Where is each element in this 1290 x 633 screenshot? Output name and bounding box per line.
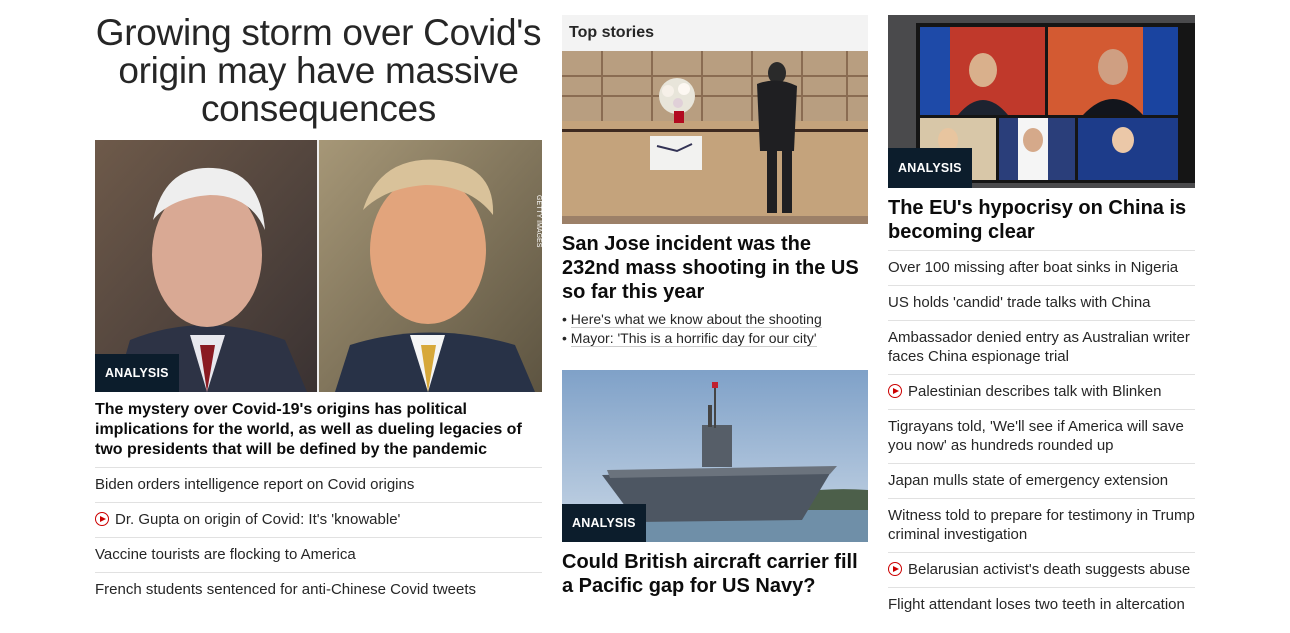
link-text: Biden orders intelligence report on Covi… — [95, 476, 415, 493]
list-item[interactable]: Belarusian activist's death suggests abu… — [888, 552, 1195, 587]
bullet-text: Mayor: 'This is a horrific day for our c… — [570, 330, 817, 347]
analysis-badge: ANALYSIS — [888, 148, 972, 188]
link-text: Flight attendant loses two teeth in alte… — [888, 596, 1185, 613]
aircraft-carrier-image[interactable]: ANALYSIS — [562, 370, 868, 542]
san-jose-headline[interactable]: San Jose incident was the 232nd mass sho… — [562, 232, 868, 304]
link-text: Witness told to prepare for testimony in… — [888, 507, 1195, 543]
list-item[interactable]: Dr. Gupta on origin of Covid: It's 'know… — [95, 502, 542, 537]
list-item[interactable]: US holds 'candid' trade talks with China — [888, 285, 1195, 320]
top-stories-column: Top stories San Jose incident was the 23… — [562, 0, 868, 598]
link-text: Tigrayans told, 'We'll see if America wi… — [888, 418, 1184, 454]
eu-china-image[interactable]: ANALYSIS — [888, 15, 1195, 188]
play-video-icon — [888, 384, 902, 398]
bullet-link[interactable]: • Mayor: 'This is a horrific day for our… — [562, 329, 868, 348]
analysis-badge: ANALYSIS — [95, 354, 179, 392]
bullet-link[interactable]: • Here's what we know about the shooting — [562, 310, 868, 329]
link-text: Ambassador denied entry as Australian wr… — [888, 329, 1190, 365]
lead-story-column: Growing storm over Covid's origin may ha… — [95, 0, 542, 607]
analysis-badge: ANALYSIS — [562, 504, 646, 542]
list-item[interactable]: French students sentenced for anti-Chine… — [95, 572, 542, 607]
list-item[interactable]: Palestinian describes talk with Blinken — [888, 374, 1195, 409]
link-text: Over 100 missing after boat sinks in Nig… — [888, 259, 1179, 276]
section-label: Top stories — [562, 15, 868, 51]
list-item[interactable]: Tigrayans told, 'We'll see if America wi… — [888, 409, 1195, 463]
list-item[interactable]: Vaccine tourists are flocking to America — [95, 537, 542, 572]
play-video-icon — [95, 512, 109, 526]
bullet-text: Here's what we know about the shooting — [570, 311, 822, 328]
link-text: Japan mulls state of emergency extension — [888, 472, 1169, 489]
san-jose-bullets: • Here's what we know about the shooting… — [562, 310, 868, 348]
list-item[interactable]: Biden orders intelligence report on Covi… — [95, 467, 542, 502]
world-news-links: Over 100 missing after boat sinks in Nig… — [888, 250, 1195, 622]
list-item[interactable]: Over 100 missing after boat sinks in Nig… — [888, 250, 1195, 285]
lead-image[interactable]: GETTY IMAGES ANALYSIS — [95, 140, 542, 392]
link-text: Vaccine tourists are flocking to America — [95, 546, 356, 563]
san-jose-image[interactable] — [562, 51, 868, 224]
link-text: US holds 'candid' trade talks with China — [888, 294, 1151, 311]
lead-summary[interactable]: The mystery over Covid-19's origins has … — [95, 400, 542, 467]
lead-related-links: Biden orders intelligence report on Covi… — [95, 467, 542, 607]
list-item[interactable]: Flight attendant loses two teeth in alte… — [888, 587, 1195, 622]
world-news-column: ANALYSIS The EU's hypocrisy on China is … — [888, 0, 1195, 622]
link-text: French students sentenced for anti-Chine… — [95, 581, 477, 598]
eu-china-headline[interactable]: The EU's hypocrisy on China is becoming … — [888, 196, 1195, 250]
link-text: Dr. Gupta on origin of Covid: It's 'know… — [115, 511, 401, 528]
play-video-icon — [888, 562, 902, 576]
memorial-photo — [562, 51, 868, 224]
image-credit: GETTY IMAGES — [535, 195, 542, 248]
link-text: Belarusian activist's death suggests abu… — [908, 561, 1191, 578]
carrier-headline[interactable]: Could British aircraft carrier fill a Pa… — [562, 550, 868, 598]
list-item[interactable]: Ambassador denied entry as Australian wr… — [888, 320, 1195, 374]
list-item[interactable]: Witness told to prepare for testimony in… — [888, 498, 1195, 552]
link-text: Palestinian describes talk with Blinken — [908, 383, 1162, 400]
lead-headline[interactable]: Growing storm over Covid's origin may ha… — [95, 14, 542, 128]
list-item[interactable]: Japan mulls state of emergency extension — [888, 463, 1195, 498]
